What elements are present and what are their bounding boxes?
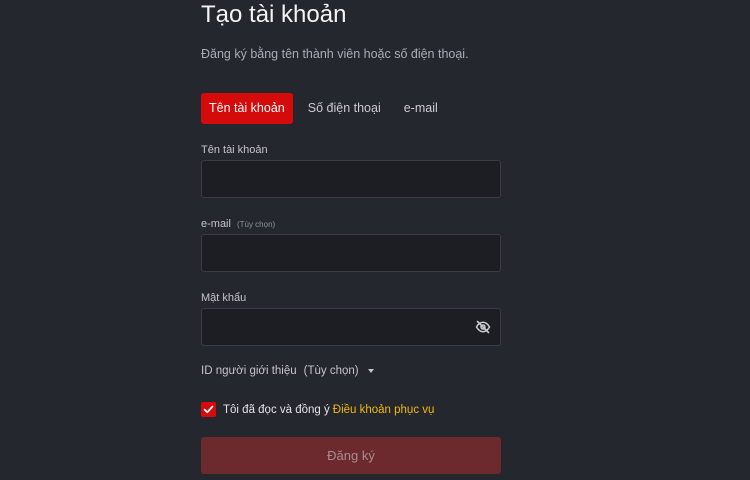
username-label: Tên tài khoản (201, 144, 268, 156)
email-optional-note: (Tùy chọn) (236, 220, 276, 229)
tab-username[interactable]: Tên tài khoản (201, 93, 293, 124)
terms-checkbox[interactable] (201, 402, 216, 417)
email-field-box (201, 234, 501, 272)
password-label-text: Mật khẩu (201, 292, 247, 304)
terms-text: Tôi đã đọc và đồng ý Điều khoản phục vụ (223, 404, 434, 416)
eye-off-icon[interactable] (475, 319, 491, 335)
tab-email[interactable]: e-mail (396, 93, 446, 124)
register-button[interactable]: Đăng ký (201, 437, 501, 474)
password-field-box (201, 308, 501, 346)
referral-label: ID người giới thiệu (201, 365, 297, 377)
referral-toggle[interactable]: ID người giới thiệu (Tùy chọn) (201, 365, 374, 377)
check-icon (203, 405, 214, 414)
email-label-text: e-mail (201, 218, 231, 230)
tab-phone[interactable]: Số điện thoại (300, 93, 389, 124)
referral-optional-note: (Tùy chọn) (303, 365, 359, 377)
email-label: e-mail (Tùy chọn) (201, 218, 275, 230)
username-input[interactable] (202, 161, 500, 197)
caret-down-icon (367, 369, 374, 373)
terms-agree-text: Tôi đã đọc và đồng ý (223, 403, 330, 416)
password-input[interactable] (202, 309, 500, 345)
signup-method-tabs: Tên tài khoản Số điện thoại e-mail (201, 93, 453, 124)
username-field-box (201, 160, 501, 198)
page-subtitle: Đăng ký bằng tên thành viên hoặc số điện… (201, 47, 469, 61)
terms-of-service-link[interactable]: Điều khoản phục vụ (333, 404, 435, 416)
username-label-text: Tên tài khoản (201, 144, 268, 156)
email-input[interactable] (202, 235, 500, 271)
page-title: Tạo tài khoản (201, 1, 347, 28)
password-label: Mật khẩu (201, 292, 246, 304)
terms-agreement: Tôi đã đọc và đồng ý Điều khoản phục vụ (201, 402, 434, 417)
